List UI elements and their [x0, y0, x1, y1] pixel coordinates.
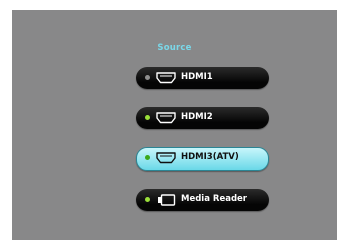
source-item-media-reader[interactable]: Media Reader — [136, 189, 269, 211]
status-dot-icon — [145, 197, 150, 202]
status-dot-icon — [145, 115, 150, 120]
status-dot-icon — [145, 75, 150, 80]
source-item-hdmi3-atv[interactable]: HDMI3(ATV) — [136, 147, 269, 171]
source-item-hdmi1[interactable]: HDMI1 — [136, 67, 269, 89]
menu-title: Source — [157, 43, 192, 53]
osd-background: Source HDMI1 HDMI2 HDMI3(ATV) Media Read… — [12, 10, 337, 240]
source-item-label: HDMI1 — [181, 72, 213, 82]
hdmi-port-icon — [156, 152, 176, 164]
source-item-hdmi2[interactable]: HDMI2 — [136, 107, 269, 129]
source-item-label: HDMI2 — [181, 112, 213, 122]
usb-port-icon — [158, 194, 176, 206]
hdmi-port-icon — [156, 72, 176, 84]
hdmi-port-icon — [156, 112, 176, 124]
source-item-label: HDMI3(ATV) — [181, 152, 239, 162]
source-item-label: Media Reader — [181, 194, 248, 204]
status-dot-icon — [145, 155, 150, 160]
